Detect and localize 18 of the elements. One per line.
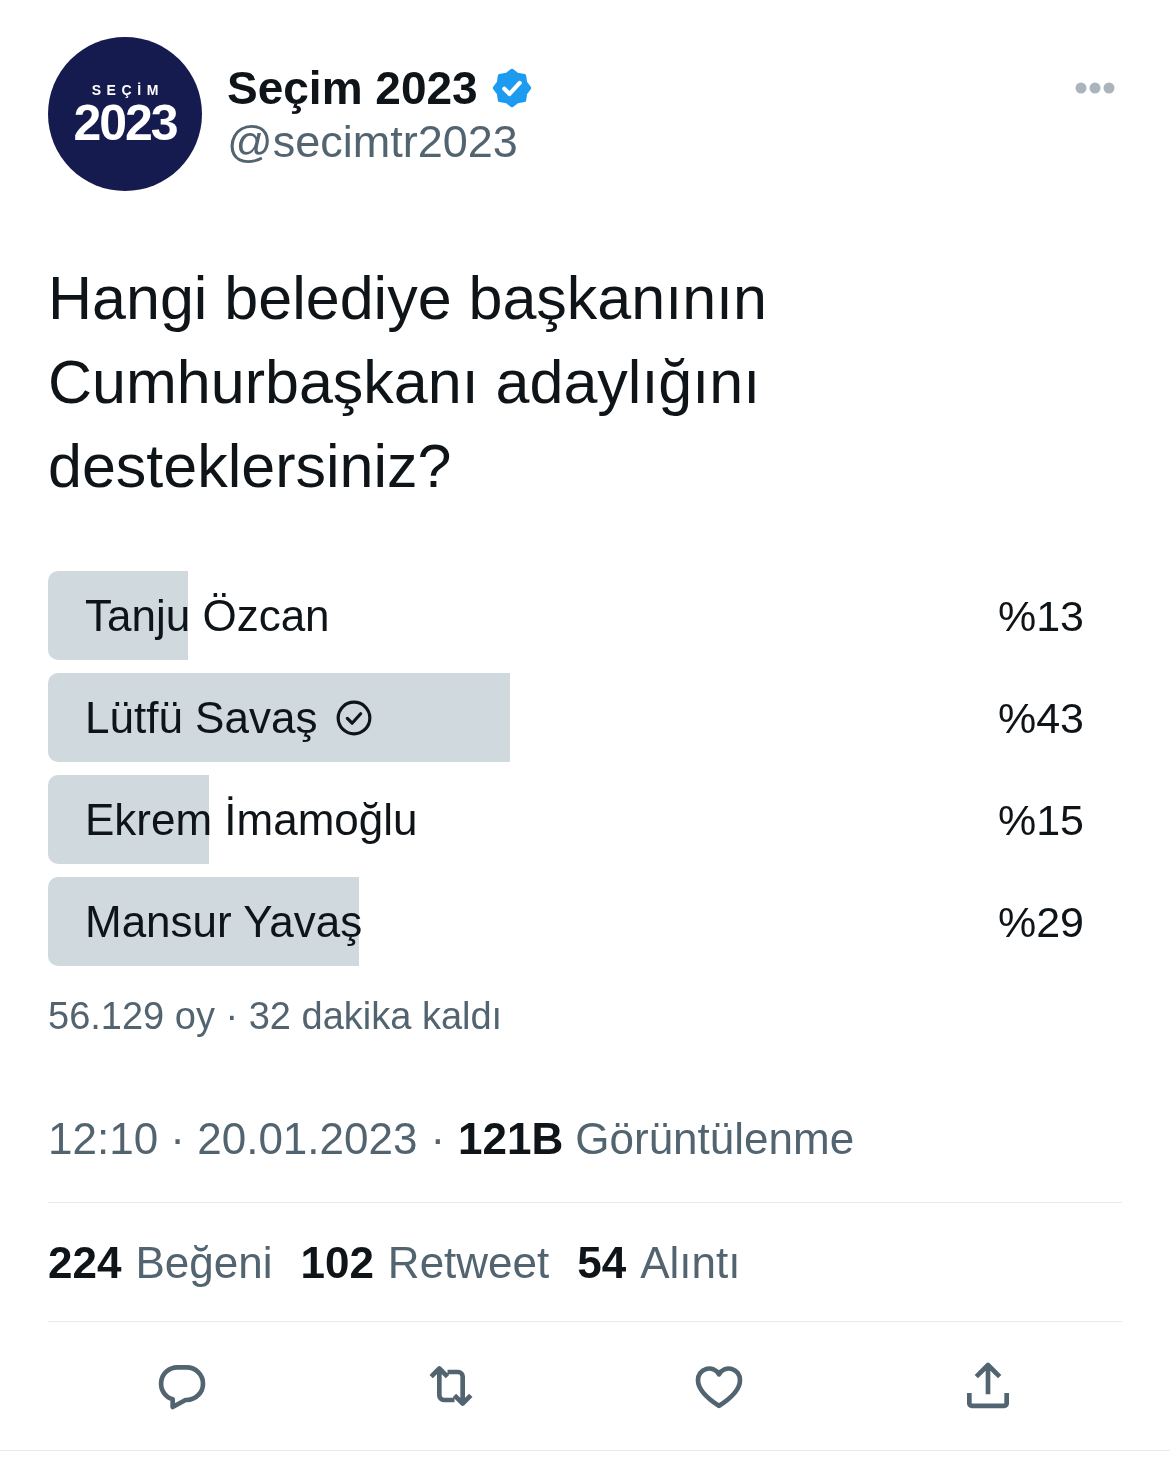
ellipsis-icon bbox=[1075, 82, 1115, 94]
author-handle[interactable]: @secimtr2023 bbox=[227, 115, 533, 169]
views-link[interactable]: 121B Görüntülenme bbox=[458, 1114, 855, 1164]
timestamp-link[interactable]: 12:10 · 20.01.2023 bbox=[48, 1114, 418, 1164]
tweet-text: Hangi belediye başkanının Cumhurbaşkanı adaylığını desteklersiniz? bbox=[48, 263, 768, 502]
poll-summary: 56.129 oy · 32 dakika kaldı bbox=[48, 994, 504, 1038]
poll-option[interactable]: Lütfü Savaş %43 bbox=[48, 673, 1122, 762]
author-name[interactable]: Seçim 2023 bbox=[227, 61, 478, 115]
logo-text: 2023 bbox=[73, 100, 177, 146]
stat-link[interactable]: 102 Retweet bbox=[300, 1238, 550, 1288]
poll-option[interactable]: Ekrem İmamoğlu %15 bbox=[48, 775, 1122, 864]
stat-link[interactable]: 224 Beğeni bbox=[48, 1238, 273, 1288]
stat-link[interactable]: 54 Alıntı bbox=[577, 1238, 741, 1288]
poll-option[interactable]: Tanju Özcan %13 bbox=[48, 571, 1122, 660]
separator-dot: · bbox=[430, 1114, 446, 1164]
logo-text: SEÇİM bbox=[90, 82, 164, 98]
poll-option[interactable]: Mansur Yavaş %29 bbox=[48, 877, 1122, 966]
avatar-logo[interactable]: SEÇİM 2023 bbox=[48, 37, 202, 191]
